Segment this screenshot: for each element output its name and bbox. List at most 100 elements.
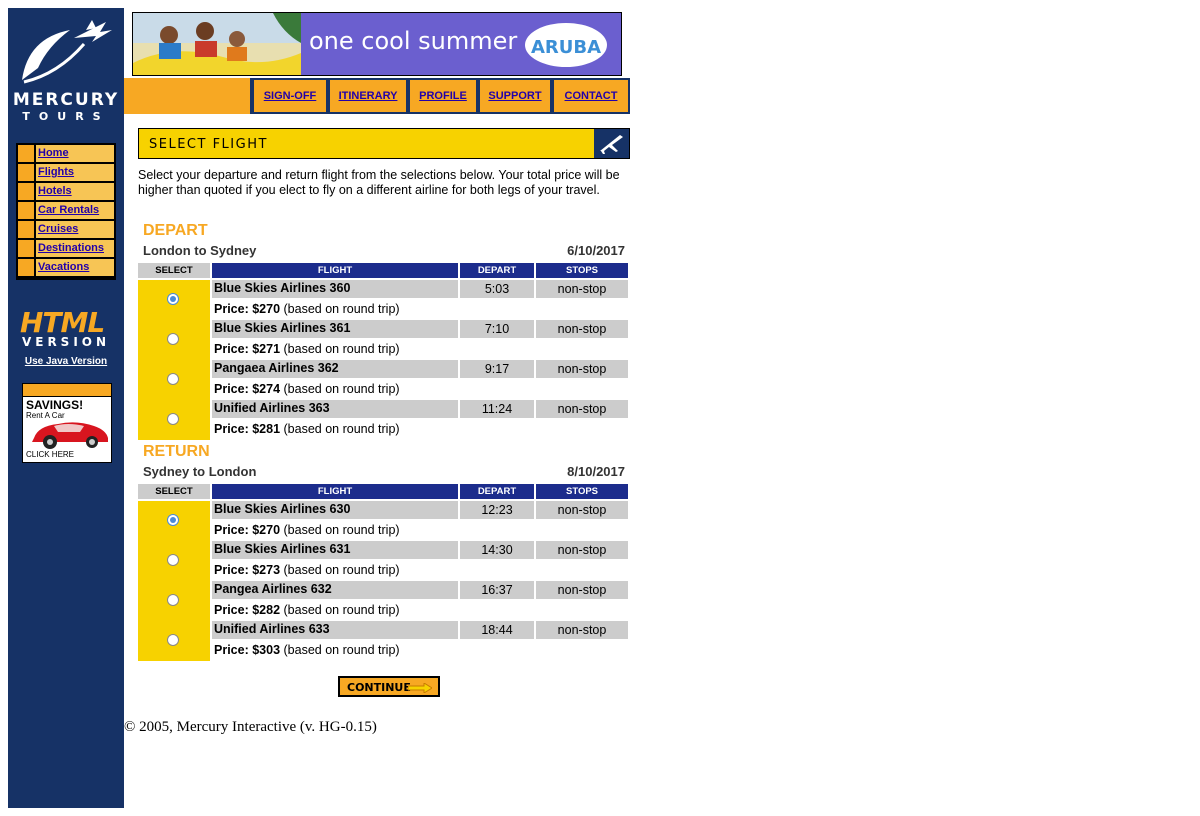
sidebar-link-destinations[interactable]: Destinations (38, 242, 104, 254)
flight-stops: non-stop (557, 322, 607, 336)
html-version-small: VERSION (21, 335, 111, 349)
flight-depart-time: 12:23 (481, 503, 513, 517)
sidebar-item-car-rentals[interactable]: Car Rentals (18, 202, 114, 219)
flight-stops: non-stop (557, 583, 607, 597)
flight-name: Pangaea Airlines 362 (214, 361, 339, 375)
flight-price: Price: $270 (based on round trip) (214, 523, 400, 537)
depart-date: 6/10/2017 (567, 243, 625, 258)
sidebar-link-flights[interactable]: Flights (38, 166, 74, 178)
sidebar-link-cruises[interactable]: Cruises (38, 223, 78, 235)
beach-photo-image (133, 13, 301, 75)
flight-radio[interactable] (167, 634, 179, 646)
flight-row: Blue Skies Airlines 631 14:30 non-stop P… (138, 541, 628, 581)
flight-name: Pangea Airlines 632 (214, 582, 332, 596)
flight-depart-time: 9:17 (484, 362, 510, 376)
depart-heading: DEPART (143, 222, 208, 239)
nav-contact[interactable]: CONTACT (554, 80, 628, 112)
nav-profile[interactable]: PROFILE (410, 80, 476, 112)
column-header-flight: FLIGHT (212, 484, 458, 499)
flight-stops: non-stop (557, 623, 607, 637)
flight-radio[interactable] (167, 333, 179, 345)
return-route: Sydney to London (143, 464, 257, 479)
flight-radio-selected[interactable] (167, 514, 179, 526)
depart-route: London to Sydney (143, 243, 257, 258)
flight-name: Blue Skies Airlines 361 (214, 321, 351, 335)
flight-row: Unified Airlines 633 18:44 non-stop Pric… (138, 621, 628, 661)
rent-a-car-ad[interactable]: SAVINGS! Rent A Car CLICK HERE (22, 383, 112, 463)
sidebar-nav: Home Flights Hotels Car Rentals Cruises … (16, 143, 116, 280)
sidebar-item-hotels[interactable]: Hotels (18, 183, 114, 200)
flight-price: Price: $281 (based on round trip) (214, 422, 400, 436)
flight-row: Pangea Airlines 632 16:37 non-stop Price… (138, 581, 628, 621)
flight-name: Blue Skies Airlines 360 (214, 281, 351, 295)
flight-stops: non-stop (557, 503, 607, 517)
flight-price: Price: $270 (based on round trip) (214, 302, 400, 316)
flight-stops: non-stop (557, 543, 607, 557)
flight-price: Price: $271 (based on round trip) (214, 342, 400, 356)
nav-support-link[interactable]: SUPPORT (480, 80, 550, 112)
java-version-link[interactable]: Use Java Version (8, 356, 124, 367)
flight-row: Pangaea Airlines 362 9:17 non-stop Price… (138, 360, 628, 400)
flight-name: Unified Airlines 633 (214, 622, 330, 636)
flight-radio-selected[interactable] (167, 293, 179, 305)
sidebar-item-cruises[interactable]: Cruises (18, 221, 114, 238)
summer-banner-ad[interactable]: one cool summer ARUBA (132, 12, 622, 76)
flight-row: Blue Skies Airlines 630 12:23 non-stop P… (138, 501, 628, 541)
flight-row: Blue Skies Airlines 360 5:03 non-stop Pr… (138, 280, 628, 320)
flight-row: Blue Skies Airlines 361 7:10 non-stop Pr… (138, 320, 628, 360)
flight-name: Blue Skies Airlines 630 (214, 502, 351, 516)
flight-row: Unified Airlines 363 11:24 non-stop Pric… (138, 400, 628, 440)
flight-name: Unified Airlines 363 (214, 401, 330, 415)
sidebar-link-car-rentals[interactable]: Car Rentals (38, 204, 99, 216)
html-version-badge: HTML VERSION (8, 298, 124, 358)
flight-depart-time: 14:30 (481, 543, 513, 557)
flight-depart-time: 5:03 (484, 282, 510, 296)
nav-sign-off-link[interactable]: SIGN-OFF (254, 80, 326, 112)
return-heading: RETURN (143, 443, 210, 460)
brand-line-1: MERCURY (12, 90, 120, 110)
nav-itinerary[interactable]: ITINERARY (330, 80, 406, 112)
continue-button[interactable]: CONTINUE (338, 676, 440, 697)
flight-depart-time: 11:24 (481, 402, 513, 416)
footer-copyright: © 2005, Mercury Interactive (v. HG-0.15) (124, 719, 377, 735)
top-nav: SIGN-OFF ITINERARY PROFILE SUPPORT CONTA… (124, 78, 630, 114)
flight-depart-time: 16:37 (481, 583, 513, 597)
nav-sign-off[interactable]: SIGN-OFF (254, 80, 326, 112)
flight-stops: non-stop (557, 402, 607, 416)
page-title-bar: SELECT FLIGHT (138, 128, 630, 159)
ad-cta: CLICK HERE (26, 450, 75, 459)
red-car-icon (32, 422, 108, 449)
flight-depart-time: 7:10 (484, 322, 510, 336)
flight-price: Price: $274 (based on round trip) (214, 382, 400, 396)
flight-radio[interactable] (167, 373, 179, 385)
column-header-select: SELECT (138, 263, 210, 278)
flight-radio[interactable] (167, 554, 179, 566)
nav-itinerary-link[interactable]: ITINERARY (330, 80, 406, 112)
column-header-select: SELECT (138, 484, 210, 499)
column-header-stops: STOPS (536, 263, 628, 278)
flight-stops: non-stop (557, 282, 607, 296)
page-title: SELECT FLIGHT (149, 137, 268, 152)
sidebar-link-vacations[interactable]: Vacations (38, 261, 89, 273)
sidebar-link-hotels[interactable]: Hotels (38, 185, 72, 197)
arrow-right-icon (408, 683, 432, 693)
plane-icon (594, 129, 629, 158)
flight-radio[interactable] (167, 594, 179, 606)
sidebar-item-flights[interactable]: Flights (18, 164, 114, 181)
nav-profile-link[interactable]: PROFILE (410, 80, 476, 112)
nav-support[interactable]: SUPPORT (480, 80, 550, 112)
intro-text: Select your departure and return flight … (138, 168, 620, 197)
sidebar-item-destinations[interactable]: Destinations (18, 240, 114, 257)
return-date: 8/10/2017 (567, 464, 625, 479)
sidebar-item-home[interactable]: Home (18, 145, 114, 162)
sidebar-link-home[interactable]: Home (38, 147, 69, 159)
mercury-tours-logo[interactable]: MERCURY TOURS (8, 8, 124, 132)
sidebar-item-vacations[interactable]: Vacations (18, 259, 114, 276)
flight-price: Price: $303 (based on round trip) (214, 643, 400, 657)
flight-price: Price: $282 (based on round trip) (214, 603, 400, 617)
aruba-logo: ARUBA (525, 23, 607, 67)
nav-contact-link[interactable]: CONTACT (554, 80, 628, 112)
aruba-logo-text: ARUBA (530, 37, 602, 58)
flight-radio[interactable] (167, 413, 179, 425)
brand-line-2: TOURS (22, 110, 110, 123)
